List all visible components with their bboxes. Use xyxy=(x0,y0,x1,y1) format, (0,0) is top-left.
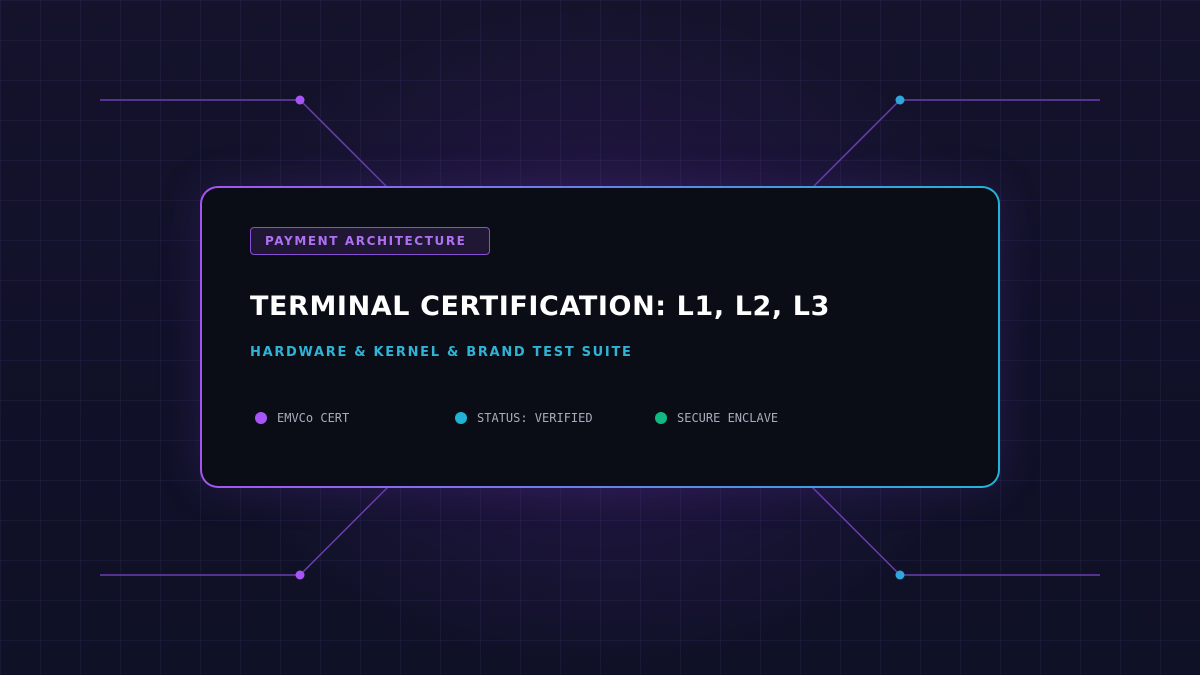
node-dot-top-right xyxy=(895,95,905,105)
connector-bottom-left xyxy=(100,486,389,580)
status-label: EMVCo CERT xyxy=(277,411,350,425)
card-gradient-border: PAYMENT ARCHITECTURE TERMINAL CERTIFICAT… xyxy=(200,186,1000,488)
status-dot-icon xyxy=(255,412,267,424)
connector-top-right xyxy=(813,95,1100,187)
certification-card: PAYMENT ARCHITECTURE TERMINAL CERTIFICAT… xyxy=(202,188,998,486)
connector-bottom-right xyxy=(811,486,1100,580)
status-item-emvco: EMVCo CERT xyxy=(255,410,349,426)
card-title: TERMINAL CERTIFICATION: L1, L2, L3 xyxy=(250,291,830,322)
connector-top-left xyxy=(100,95,387,187)
card-subtitle: HARDWARE & KERNEL & BRAND TEST SUITE xyxy=(250,345,633,360)
status-item-verified: STATUS: VERIFIED xyxy=(455,410,593,426)
status-label: SECURE ENCLAVE xyxy=(677,411,779,425)
node-dot-top-left xyxy=(295,95,305,105)
status-row: EMVCo CERT STATUS: VERIFIED SECURE ENCLA… xyxy=(255,410,955,426)
category-badge: PAYMENT ARCHITECTURE xyxy=(250,227,490,255)
node-dot-bottom-right xyxy=(895,570,905,580)
status-item-secure-enclave: SECURE ENCLAVE xyxy=(655,410,778,426)
node-dot-bottom-left xyxy=(295,570,305,580)
slide-canvas: PAYMENT ARCHITECTURE TERMINAL CERTIFICAT… xyxy=(0,0,1200,675)
status-dot-icon xyxy=(455,412,467,424)
status-dot-icon xyxy=(655,412,667,424)
status-label: STATUS: VERIFIED xyxy=(477,411,593,425)
